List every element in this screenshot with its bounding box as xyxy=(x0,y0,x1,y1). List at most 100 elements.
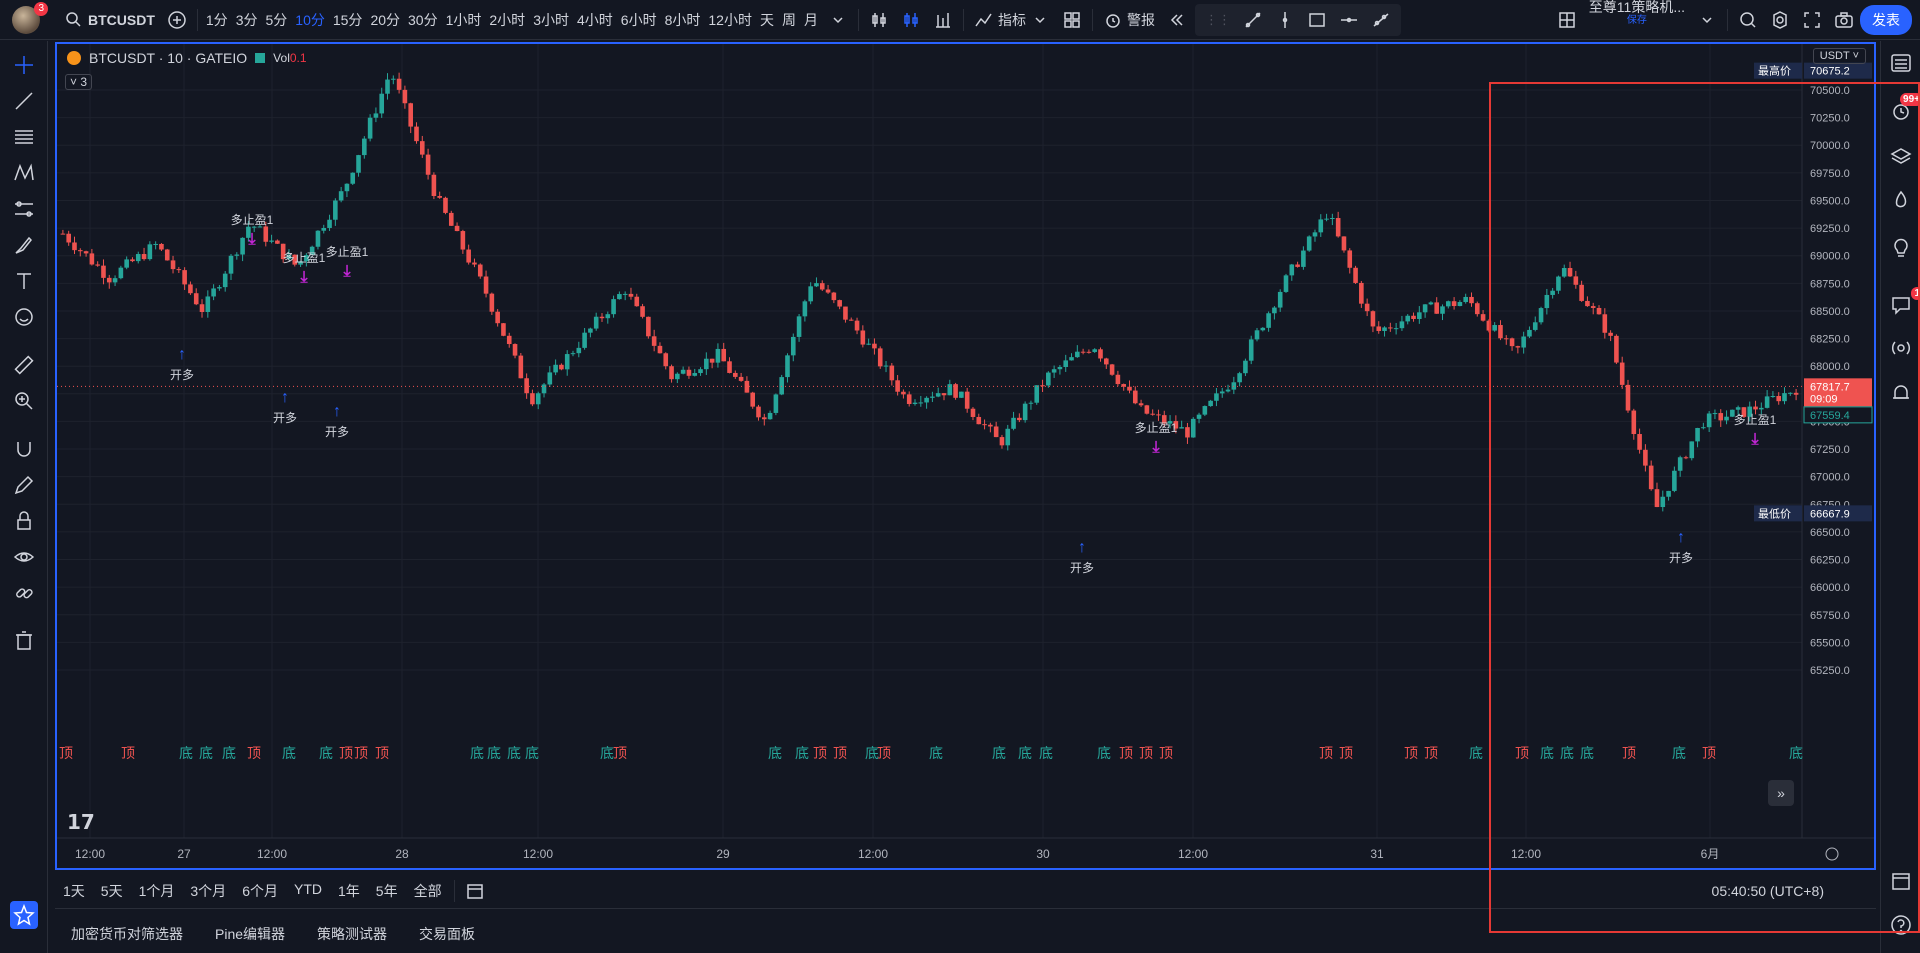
interval-0[interactable]: 1分 xyxy=(202,0,232,40)
range-button-1[interactable]: 5天 xyxy=(93,881,131,901)
interval-13[interactable]: 12小时 xyxy=(704,0,756,40)
panel-tab-0[interactable]: 加密货币对筛选器 xyxy=(55,924,199,944)
top-marker: 顶 xyxy=(813,746,827,762)
quick-search-button[interactable] xyxy=(1732,0,1764,40)
fullscreen-button[interactable] xyxy=(1796,0,1828,40)
hide-drawings[interactable] xyxy=(12,545,36,569)
scroll-to-realtime-button[interactable]: » xyxy=(1768,780,1794,806)
vertical-line-tool[interactable] xyxy=(1269,0,1301,40)
interval-16[interactable]: 月 xyxy=(800,0,822,40)
bottom-marker: 底 xyxy=(319,746,333,762)
currency-button[interactable]: USDT ˅ xyxy=(1812,48,1866,64)
candle-body xyxy=(959,391,964,398)
text-tool[interactable] xyxy=(12,269,36,293)
y-tick-label: 69000.0 xyxy=(1810,251,1850,263)
goto-date-button[interactable] xyxy=(459,871,491,911)
interval-4[interactable]: 15分 xyxy=(329,0,367,40)
layout-dropdown[interactable] xyxy=(1691,0,1723,40)
streams-button[interactable] xyxy=(1889,337,1913,361)
trendline-tool[interactable] xyxy=(1237,0,1269,40)
stay-in-drawing-mode[interactable] xyxy=(12,473,36,497)
zoom-tool[interactable] xyxy=(12,389,36,413)
sync-drawings[interactable] xyxy=(12,581,36,605)
rectangle-tool[interactable] xyxy=(1301,0,1333,40)
interval-7[interactable]: 1小时 xyxy=(442,0,486,40)
interval-10[interactable]: 4小时 xyxy=(573,0,617,40)
interval-dropdown[interactable] xyxy=(822,0,854,40)
symbol-search[interactable]: BTCUSDT xyxy=(58,0,161,40)
publish-button[interactable]: 发表 xyxy=(1860,4,1912,35)
templates-button[interactable] xyxy=(1056,0,1088,40)
layout-name[interactable]: 至尊11策略机... 保存 xyxy=(1583,0,1691,40)
measure-tool[interactable] xyxy=(12,353,36,377)
prediction-tool[interactable] xyxy=(12,197,36,221)
range-button-0[interactable]: 1天 xyxy=(55,881,93,901)
alerts-panel-button[interactable]: 99+ xyxy=(1889,93,1920,123)
magnet-tool[interactable] xyxy=(12,437,36,461)
interval-1[interactable]: 3分 xyxy=(232,0,262,40)
price-chart[interactable]: 70500.0 70250.0 70000.0 69750.0 69500.0 69250… xyxy=(57,44,1874,868)
favorites-button[interactable] xyxy=(10,901,38,929)
panel-tab-2[interactable]: 策略测试器 xyxy=(301,924,403,944)
interval-11[interactable]: 6小时 xyxy=(617,0,661,40)
volume-profile-button[interactable] xyxy=(927,0,959,40)
help-button[interactable] xyxy=(1889,913,1913,937)
notifications-button[interactable] xyxy=(1889,381,1913,405)
indicators-collapse-button[interactable]: ˅ 3 xyxy=(65,74,93,90)
interval-5[interactable]: 20分 xyxy=(366,0,404,40)
emoji-tool[interactable] xyxy=(12,305,36,329)
range-button-2[interactable]: 1个月 xyxy=(131,881,183,901)
replay-button[interactable] xyxy=(1161,0,1193,40)
clock[interactable]: 05:40:50 (UTC+8) xyxy=(1712,883,1824,899)
chats-button[interactable]: 1 xyxy=(1889,287,1920,317)
candle-body xyxy=(425,154,431,175)
range-button-6[interactable]: 1年 xyxy=(330,881,368,901)
indicators-button[interactable]: 指标 xyxy=(968,0,1056,40)
snapshot-button[interactable] xyxy=(1828,0,1860,40)
chart-pane[interactable]: 70500.0 70250.0 70000.0 69750.0 69500.0 69250… xyxy=(55,42,1876,870)
remove-drawings[interactable] xyxy=(12,629,36,653)
range-button-7[interactable]: 5年 xyxy=(368,881,406,901)
brush-tool[interactable] xyxy=(12,233,36,257)
settings-button[interactable] xyxy=(1764,0,1796,40)
range-button-5[interactable]: YTD xyxy=(286,881,330,901)
interval-6[interactable]: 30分 xyxy=(404,0,442,40)
object-tree-button[interactable] xyxy=(1889,145,1913,169)
range-button-4[interactable]: 6个月 xyxy=(234,881,286,901)
candle-chart-type-button[interactable] xyxy=(895,0,927,40)
interval-14[interactable]: 天 xyxy=(756,0,778,40)
interval-3[interactable]: 10分 xyxy=(291,0,329,40)
interval-2[interactable]: 5分 xyxy=(261,0,291,40)
interval-9[interactable]: 3小时 xyxy=(529,0,573,40)
ideas-button[interactable] xyxy=(1889,235,1913,259)
avatar[interactable]: 3 xyxy=(12,1,48,34)
lock-drawings[interactable] xyxy=(12,509,36,533)
panel-tab-1[interactable]: Pine编辑器 xyxy=(199,924,301,944)
compare-symbol-button[interactable] xyxy=(161,0,193,40)
calendar-button[interactable] xyxy=(1889,869,1913,893)
candle-body xyxy=(1353,267,1358,283)
fib-tool[interactable] xyxy=(12,125,36,149)
interval-15[interactable]: 周 xyxy=(778,0,800,40)
range-button-8[interactable]: 全部 xyxy=(406,881,450,901)
watchlist-button[interactable] xyxy=(1889,51,1913,75)
horizontal-line-tool[interactable] xyxy=(1333,0,1365,40)
candle-body xyxy=(263,226,269,242)
layout-button[interactable] xyxy=(1551,0,1583,40)
range-button-3[interactable]: 3个月 xyxy=(182,881,234,901)
interval-8[interactable]: 2小时 xyxy=(485,0,529,40)
pattern-tool[interactable] xyxy=(12,161,36,185)
drag-handle-icon[interactable]: ⋮⋮ xyxy=(1199,12,1237,28)
interval-12[interactable]: 8小时 xyxy=(661,0,705,40)
candle-body xyxy=(414,126,419,142)
candle-body xyxy=(95,264,100,266)
hotlists-button[interactable] xyxy=(1889,189,1913,213)
crosshair-tool[interactable] xyxy=(12,53,36,77)
alert-button[interactable]: 警报 xyxy=(1097,0,1161,40)
candle-body xyxy=(460,231,466,250)
line-tool[interactable] xyxy=(12,89,36,113)
panel-tab-3[interactable]: 交易面板 xyxy=(403,924,491,944)
bar-chart-type-button[interactable] xyxy=(863,0,895,40)
ray-tool[interactable] xyxy=(1365,0,1397,40)
candle-body xyxy=(1011,417,1016,429)
